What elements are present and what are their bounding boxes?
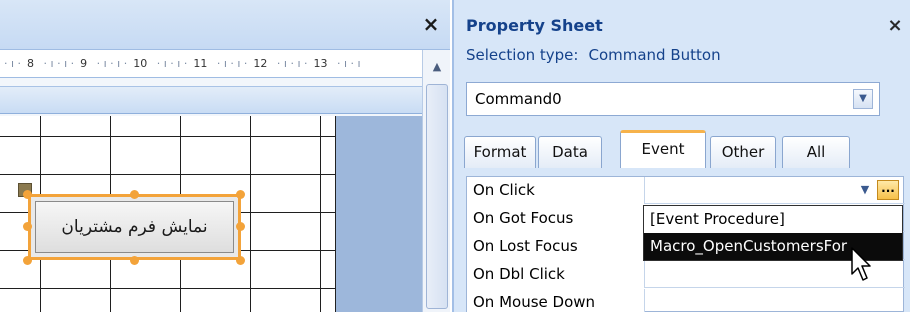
- document-tab-bar: [0, 0, 450, 50]
- object-select[interactable]: Command0 ▼: [466, 82, 880, 116]
- property-sheet: Property Sheet × Selection type: Command …: [452, 0, 910, 312]
- resize-handle[interactable]: [130, 190, 139, 199]
- property-name: On Dbl Click: [467, 261, 645, 288]
- ruler-label: 11: [193, 57, 208, 70]
- scroll-up-icon[interactable]: ▲: [427, 58, 447, 76]
- command-button-caption: نمایش فرم مشتریان: [35, 201, 234, 253]
- selection-type: Selection type: Command Button: [466, 46, 721, 64]
- chevron-down-icon[interactable]: ▼: [853, 89, 873, 109]
- property-name: On Got Focus: [467, 205, 645, 232]
- property-name: On Lost Focus: [467, 233, 645, 260]
- resize-handle[interactable]: [236, 256, 245, 265]
- ruler-label: 13: [313, 57, 328, 70]
- tab-other[interactable]: Other: [710, 136, 776, 168]
- property-name: On Click: [467, 177, 645, 204]
- command-button-control[interactable]: نمایش فرم مشتریان: [28, 194, 241, 260]
- horizontal-ruler: · ı · 8 · ı · ı · 9 · ı · ı · 10 · ı · ı · 1…: [0, 50, 422, 78]
- detail-section-bar[interactable]: [0, 86, 422, 114]
- scrollbar-thumb[interactable]: [426, 84, 448, 309]
- property-value-on-click[interactable]: ▼ ...: [646, 177, 905, 204]
- form-background-area: [336, 116, 422, 312]
- property-tabs: Format Data Event Other All: [464, 130, 904, 168]
- property-row-on-mouse-down[interactable]: On Mouse Down: [467, 289, 905, 312]
- tab-data[interactable]: Data: [538, 136, 602, 168]
- ruler-label: 12: [253, 57, 268, 70]
- property-name: On Mouse Down: [467, 289, 645, 312]
- property-sheet-title: Property Sheet: [466, 16, 603, 35]
- mouse-pointer-icon: [851, 247, 871, 281]
- property-row-on-click[interactable]: On Click ▼ ...: [467, 177, 905, 204]
- property-value[interactable]: [646, 289, 905, 312]
- resize-handle[interactable]: [23, 256, 32, 265]
- ellipsis-icon[interactable]: ...: [877, 180, 899, 200]
- close-icon[interactable]: ×: [884, 14, 906, 38]
- tab-all[interactable]: All: [782, 136, 850, 168]
- resize-handle[interactable]: [130, 256, 139, 265]
- object-select-value: Command0: [475, 90, 562, 108]
- selection-type-value: Command Button: [588, 46, 721, 64]
- tab-format[interactable]: Format: [464, 136, 536, 168]
- ruler-label: 8: [27, 57, 35, 70]
- resize-handle[interactable]: [236, 222, 245, 231]
- property-row-on-dbl-click[interactable]: On Dbl Click: [467, 261, 905, 288]
- ruler-label: 9: [80, 57, 88, 70]
- resize-handle[interactable]: [236, 190, 245, 199]
- dropdown-option-event-procedure[interactable]: [Event Procedure]: [644, 206, 902, 233]
- vertical-scrollbar[interactable]: ▲: [422, 50, 450, 312]
- ruler-label: 10: [133, 57, 148, 70]
- tab-event[interactable]: Event: [620, 130, 706, 168]
- selection-type-label: Selection type:: [466, 46, 579, 64]
- form-design-view: × · ı · 8 · ı · ı · 9 · ı · ı · 10 · ı · ı …: [0, 0, 450, 312]
- close-icon[interactable]: ×: [419, 10, 443, 38]
- resize-handle[interactable]: [23, 222, 32, 231]
- resize-handle[interactable]: [23, 190, 32, 199]
- chevron-down-icon[interactable]: ▼: [855, 181, 875, 199]
